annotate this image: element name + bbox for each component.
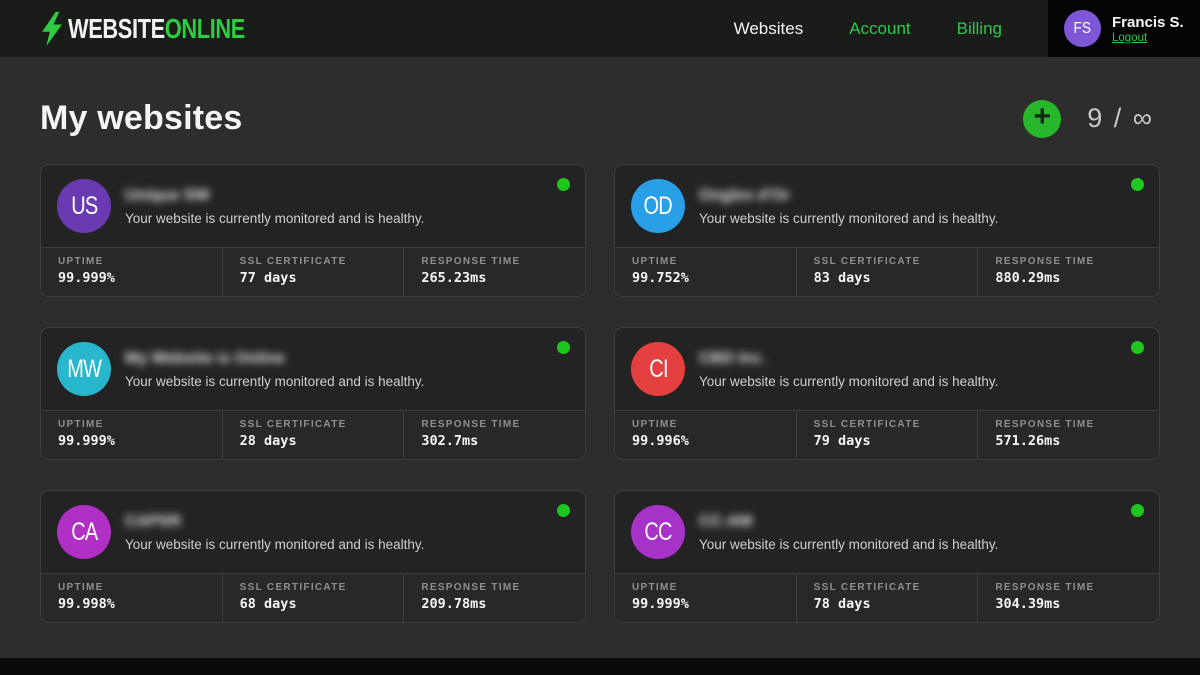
logo-word-accent: ONLINE [165,13,245,44]
uptime-label: UPTIME [58,419,222,430]
website-avatar: CA [57,505,111,559]
uptime-value: 99.999% [58,433,222,449]
website-avatar: OD [631,179,685,233]
ssl-label: SSL CERTIFICATE [240,256,404,267]
ssl-value: 78 days [814,596,978,612]
uptime-label: UPTIME [58,256,222,267]
uptime-label: UPTIME [58,582,222,593]
website-avatar: CC [631,505,685,559]
response-time-label: RESPONSE TIME [421,256,585,267]
website-status-text: Your website is currently monitored and … [699,211,1143,226]
uptime-label: UPTIME [632,256,796,267]
ssl-value: 77 days [240,270,404,286]
logo[interactable]: WEBSITEONLINE [40,11,295,47]
website-name-blurred: Ongles d'Or [699,187,790,205]
website-status-text: Your website is currently monitored and … [125,374,569,389]
website-quota: 9 / ∞ [1087,103,1154,134]
avatar-initials: CI [649,355,667,384]
website-status-text: Your website is currently monitored and … [125,537,569,552]
healthy-status-dot [1131,178,1144,191]
uptime-value: 99.996% [632,433,796,449]
avatar-initials: MW [67,355,101,384]
avatar-initials: US [71,192,97,221]
logout-link[interactable]: Logout [1112,32,1184,44]
avatar-initials: CC [644,518,671,547]
app-header: WEBSITEONLINE Websites Account Billing F… [0,0,1200,57]
main-nav: Websites Account Billing [734,19,1002,39]
response-time-label: RESPONSE TIME [421,419,585,430]
website-card[interactable]: CA CAPSR Your website is currently monit… [40,490,586,623]
uptime-label: UPTIME [632,582,796,593]
healthy-status-dot [557,504,570,517]
user-box[interactable]: FS Francis S. Logout [1048,0,1200,57]
footer-bar [0,658,1200,675]
website-name-blurred: CBD Inc. [699,350,766,368]
website-card[interactable]: CC CC-AM Your website is currently monit… [614,490,1160,623]
website-card[interactable]: OD Ongles d'Or Your website is currently… [614,164,1160,297]
nav-billing[interactable]: Billing [957,19,1002,39]
healthy-status-dot [1131,341,1144,354]
page-title: My websites [40,99,243,138]
website-status-text: Your website is currently monitored and … [699,374,1143,389]
avatar-initials: CA [71,518,97,547]
response-time-label: RESPONSE TIME [995,582,1159,593]
ssl-label: SSL CERTIFICATE [814,582,978,593]
nav-websites[interactable]: Websites [734,19,804,39]
uptime-value: 99.999% [632,596,796,612]
ssl-value: 68 days [240,596,404,612]
healthy-status-dot [1131,504,1144,517]
ssl-label: SSL CERTIFICATE [814,256,978,267]
uptime-value: 99.752% [632,270,796,286]
response-time-value: 304.39ms [995,596,1159,612]
website-status-text: Your website is currently monitored and … [125,211,569,226]
website-name-blurred: CC-AM [699,513,752,531]
response-time-label: RESPONSE TIME [421,582,585,593]
response-time-label: RESPONSE TIME [995,256,1159,267]
lightning-icon [40,11,66,47]
website-card[interactable]: MW My Website is Online Your website is … [40,327,586,460]
website-name-blurred: Unique SW [125,187,209,205]
response-time-value: 571.26ms [995,433,1159,449]
user-name: Francis S. [1112,14,1184,32]
response-time-value: 880.29ms [995,270,1159,286]
ssl-label: SSL CERTIFICATE [240,419,404,430]
logo-text: WEBSITEONLINE [68,13,245,45]
website-name-blurred: CAPSR [125,513,181,531]
ssl-label: SSL CERTIFICATE [240,582,404,593]
user-avatar-initials: FS [1074,20,1091,38]
healthy-status-dot [557,178,570,191]
nav-account[interactable]: Account [849,19,910,39]
logo-word-primary: WEBSITE [68,13,165,44]
response-time-value: 302.7ms [421,433,585,449]
response-time-value: 209.78ms [421,596,585,612]
response-time-label: RESPONSE TIME [995,419,1159,430]
website-avatar: MW [57,342,111,396]
ssl-label: SSL CERTIFICATE [814,419,978,430]
add-website-button[interactable]: + [1023,100,1061,138]
uptime-value: 99.999% [58,270,222,286]
avatar-initials: OD [644,192,672,221]
ssl-value: 83 days [814,270,978,286]
website-card[interactable]: CI CBD Inc. Your website is currently mo… [614,327,1160,460]
ssl-value: 28 days [240,433,404,449]
ssl-value: 79 days [814,433,978,449]
websites-grid: US Unique SW Your website is currently m… [40,164,1160,623]
website-card[interactable]: US Unique SW Your website is currently m… [40,164,586,297]
website-status-text: Your website is currently monitored and … [699,537,1143,552]
response-time-value: 265.23ms [421,270,585,286]
website-avatar: CI [631,342,685,396]
website-avatar: US [57,179,111,233]
website-name-blurred: My Website is Online [125,350,285,368]
healthy-status-dot [557,341,570,354]
uptime-label: UPTIME [632,419,796,430]
user-avatar: FS [1064,10,1101,47]
uptime-value: 99.998% [58,596,222,612]
